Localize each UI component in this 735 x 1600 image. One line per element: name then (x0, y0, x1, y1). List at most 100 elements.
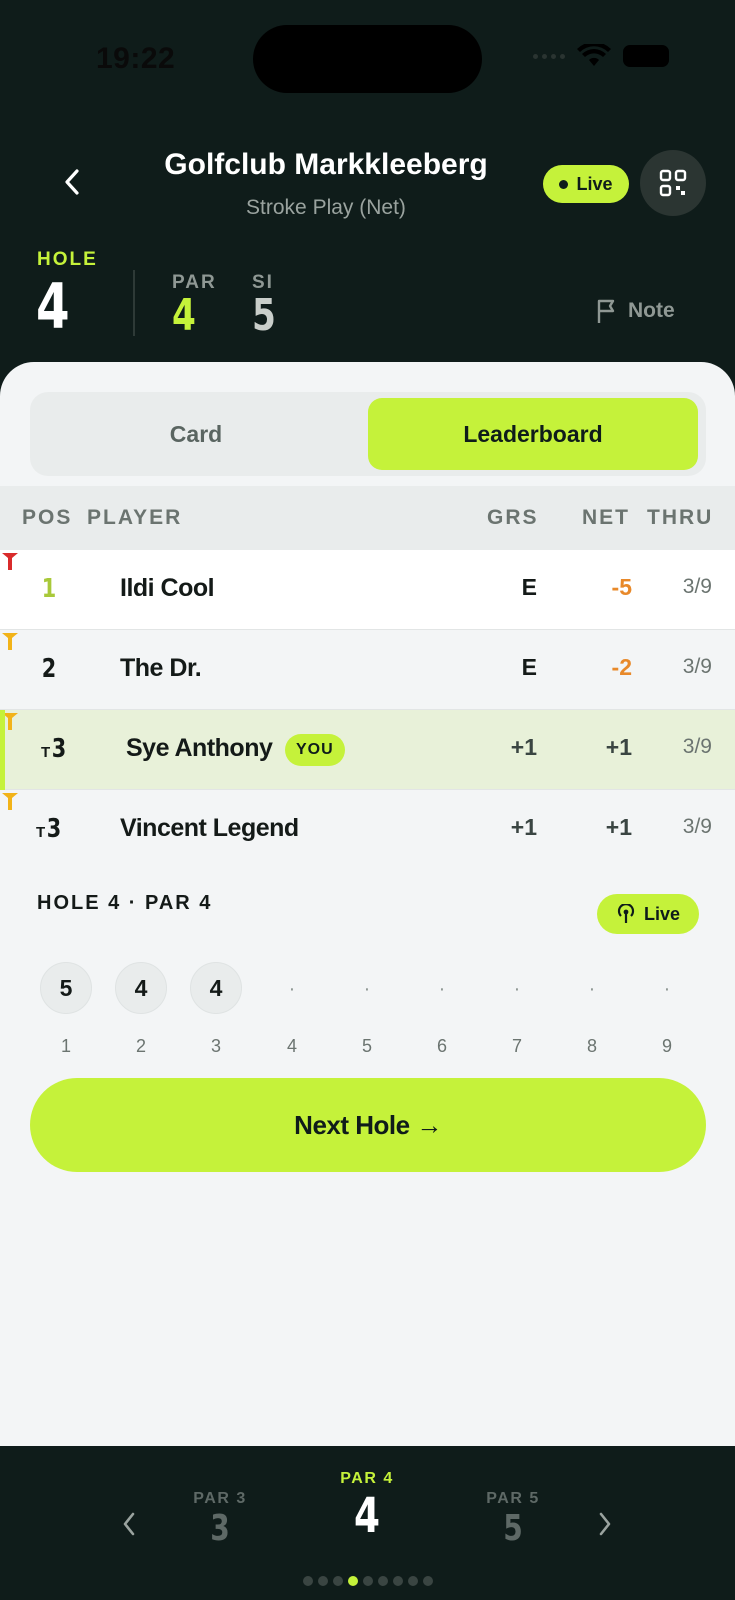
page-dot[interactable] (378, 1576, 388, 1586)
live-badge[interactable]: Live (597, 894, 699, 934)
row-grs: +1 (510, 814, 537, 840)
live-label: Live (576, 173, 613, 194)
score-hole-5[interactable]: · (341, 978, 393, 1001)
flag-icon (597, 299, 615, 323)
status-icons (533, 44, 669, 68)
score-hole-7[interactable]: · (491, 978, 543, 1001)
tee-icon (2, 633, 18, 650)
hole-number-label: 3 (210, 1036, 221, 1056)
hole-number-label: 5 (361, 1036, 372, 1056)
next-hole-arrow-button[interactable] (590, 1504, 620, 1544)
page-dot[interactable] (423, 1576, 433, 1586)
view-toggle: Card Leaderboard (30, 392, 706, 476)
live-badge: Live (543, 165, 629, 203)
wifi-icon (577, 44, 611, 66)
chevron-right-icon (599, 1512, 611, 1536)
par-value: 4 (172, 290, 196, 341)
live-dot-icon (559, 179, 569, 189)
page-dot-active[interactable] (348, 1576, 358, 1586)
broadcast-icon (617, 904, 635, 923)
row-grs: E (521, 574, 537, 600)
page-dot[interactable] (318, 1576, 328, 1586)
current-par-label: PAR 4 (340, 1470, 394, 1487)
chevron-left-icon (123, 1512, 135, 1536)
row-net: -5 (611, 574, 632, 600)
player-name: Sye Anthony (126, 734, 273, 762)
current-hole-number: 4 (353, 1488, 381, 1544)
row-net: -2 (611, 654, 632, 680)
next-hole-button[interactable]: Next Hole → (30, 1078, 706, 1172)
hole-label: HOLE (37, 249, 98, 270)
tie-marker: T (36, 824, 46, 841)
content-sheet: Card Leaderboard POS PLAYER GRS NET THRU… (0, 362, 735, 1446)
table-row-current-user[interactable]: T 3 Sye Anthony YOU +1 +1 3/9 (0, 710, 735, 790)
qr-code-button[interactable] (640, 150, 706, 216)
player-name: The Dr. (120, 654, 202, 682)
col-player: PLAYER (87, 506, 183, 529)
score-hole-9[interactable]: · (641, 978, 693, 1001)
note-button[interactable]: Note (596, 298, 675, 324)
hole-number-label: 7 (511, 1036, 522, 1056)
table-row[interactable]: T 3 Vincent Legend +1 +1 3/9 (0, 790, 735, 870)
current-user-marker (0, 710, 5, 790)
prev-par-label: PAR 3 (193, 1490, 247, 1507)
page-dot[interactable] (408, 1576, 418, 1586)
prev-hole-number: 3 (210, 1508, 230, 1549)
previous-hole-button[interactable] (114, 1504, 144, 1544)
score-hole-2[interactable]: 4 (115, 962, 167, 1014)
status-time: 19:22 (96, 42, 176, 75)
row-thru: 3/9 (682, 655, 712, 678)
page-dot[interactable] (333, 1576, 343, 1586)
tie-marker: T (41, 744, 51, 761)
col-net: NET (582, 506, 630, 529)
hole-number-label: 9 (661, 1036, 672, 1056)
row-net: +1 (605, 814, 632, 840)
signal-icon (533, 53, 565, 59)
row-thru: 3/9 (682, 815, 712, 838)
score-hole-8[interactable]: · (566, 978, 618, 1001)
row-grs: E (521, 654, 537, 680)
hole-navigator: PAR 3 3 PAR 4 4 PAR 5 5 (0, 1446, 735, 1600)
row-position: 3 (46, 814, 62, 844)
hole-number: 4 (36, 270, 70, 343)
score-hole-3[interactable]: 4 (190, 962, 242, 1014)
row-grs: +1 (510, 734, 537, 760)
next-par-label: PAR 5 (486, 1490, 540, 1507)
battery-icon (623, 45, 669, 67)
row-position: 3 (51, 734, 67, 764)
tab-card[interactable]: Card (36, 398, 356, 470)
header-area: 19:22 Golfclub Markkleeberg Stroke Play … (0, 0, 735, 400)
page-dot[interactable] (363, 1576, 373, 1586)
hole-number-label: 8 (586, 1036, 597, 1056)
page-dot[interactable] (303, 1576, 313, 1586)
player-name: Ildi Cool (120, 574, 215, 602)
table-row[interactable]: 2 The Dr. E -2 3/9 (0, 630, 735, 710)
score-hole-6[interactable]: · (416, 978, 468, 1001)
hole-divider (133, 270, 135, 336)
score-hole-1[interactable]: 5 (40, 962, 92, 1014)
hole-strip-title: HOLE 4 · PAR 4 (37, 892, 213, 914)
you-badge: YOU (285, 734, 345, 766)
next-hole-number: 5 (503, 1508, 523, 1549)
row-thru: 3/9 (682, 735, 712, 758)
hole-number-label: 1 (60, 1036, 71, 1056)
live-label: Live (643, 903, 681, 924)
tee-icon (2, 793, 18, 810)
page-dot[interactable] (393, 1576, 403, 1586)
tee-icon (2, 553, 18, 570)
score-hole-4[interactable]: · (266, 978, 318, 1001)
table-row[interactable]: 1 Ildi Cool E -5 3/9 (0, 550, 735, 630)
qr-code-icon (659, 169, 687, 197)
row-net: +1 (605, 734, 632, 760)
hole-number-label: 4 (286, 1036, 297, 1056)
si-value: 5 (252, 290, 276, 341)
page-indicator (303, 1576, 433, 1586)
hole-number-label: 6 (436, 1036, 447, 1056)
tab-leaderboard[interactable]: Leaderboard (368, 398, 698, 470)
leaderboard-header: POS PLAYER GRS NET THRU (0, 486, 735, 550)
row-thru: 3/9 (682, 575, 712, 598)
row-position: 1 (41, 574, 57, 604)
row-position: 2 (41, 654, 57, 684)
col-thru: THRU (647, 506, 714, 529)
player-name: Vincent Legend (120, 814, 299, 842)
